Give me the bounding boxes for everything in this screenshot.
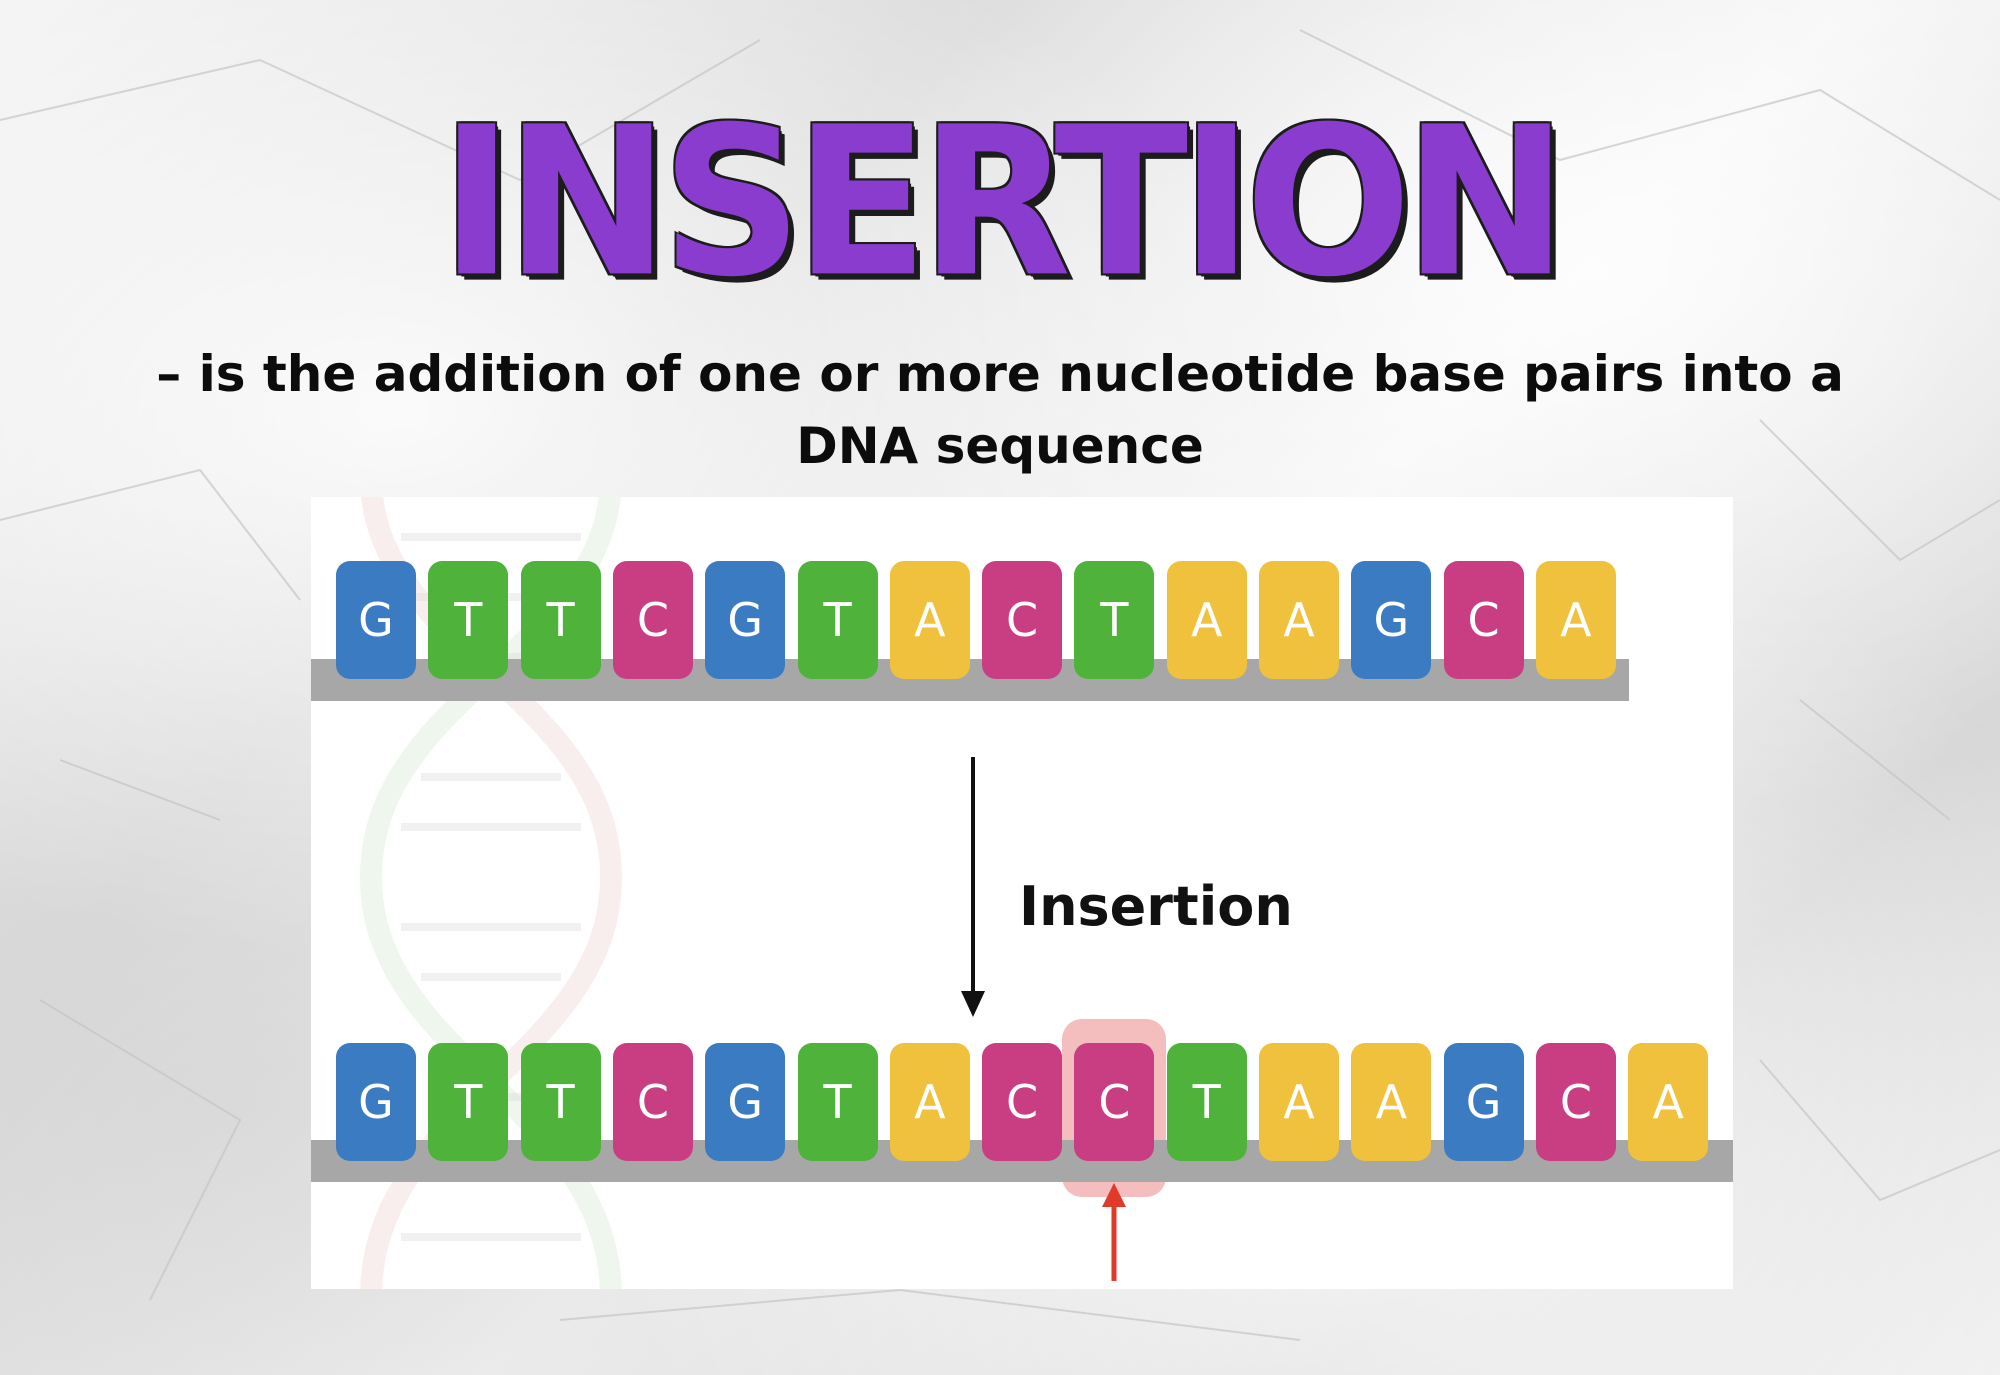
definition-line-2: DNA sequence — [796, 417, 1204, 475]
original-base-14: A — [1535, 561, 1616, 679]
mutated-base-2: T — [428, 1043, 509, 1161]
mutated-base-11: A — [1259, 1043, 1339, 1161]
mutated-base-12: A — [1351, 1043, 1432, 1161]
mutated-base-14: C — [1535, 1043, 1616, 1161]
original-base-3: T — [520, 561, 601, 679]
mutated-base-9: C — [1074, 1043, 1155, 1161]
definition-line-1: – is the addition of one or more nucleot… — [156, 345, 1844, 403]
mutated-base-4: C — [612, 1043, 693, 1161]
original-base-4: C — [612, 561, 693, 679]
insertion-label: Insertion — [1019, 875, 1293, 938]
insertion-diagram-panel: GTTCGTACTAAGCA Insertion GTTCGTACCTAAGCA — [311, 497, 1733, 1289]
mutated-base-6: T — [797, 1043, 878, 1161]
original-base-1: G — [336, 561, 416, 679]
original-base-5: G — [705, 561, 786, 679]
mutated-base-1: G — [336, 1043, 416, 1161]
mutated-base-7: A — [889, 1043, 970, 1161]
original-base-7: A — [889, 561, 970, 679]
insertion-pointer-arrow-icon — [1102, 1183, 1127, 1281]
original-base-2: T — [428, 561, 509, 679]
original-base-12: G — [1351, 561, 1432, 679]
definition-text: – is the addition of one or more nucleot… — [80, 338, 1920, 482]
original-base-13: C — [1443, 561, 1524, 679]
mutated-base-10: T — [1166, 1043, 1247, 1161]
mutated-base-13: G — [1443, 1043, 1524, 1161]
mutated-base-15: A — [1628, 1043, 1709, 1161]
mutated-base-5: G — [705, 1043, 786, 1161]
mutated-base-8: C — [982, 1043, 1063, 1161]
original-base-11: A — [1259, 561, 1339, 679]
down-arrow-icon — [961, 757, 985, 1017]
original-base-9: T — [1074, 561, 1155, 679]
slide-title: INSERTION — [440, 83, 1567, 323]
original-base-8: C — [982, 561, 1063, 679]
original-base-10: A — [1166, 561, 1247, 679]
mutated-base-3: T — [520, 1043, 601, 1161]
original-dna-backbone — [311, 659, 1629, 701]
original-base-6: T — [797, 561, 878, 679]
